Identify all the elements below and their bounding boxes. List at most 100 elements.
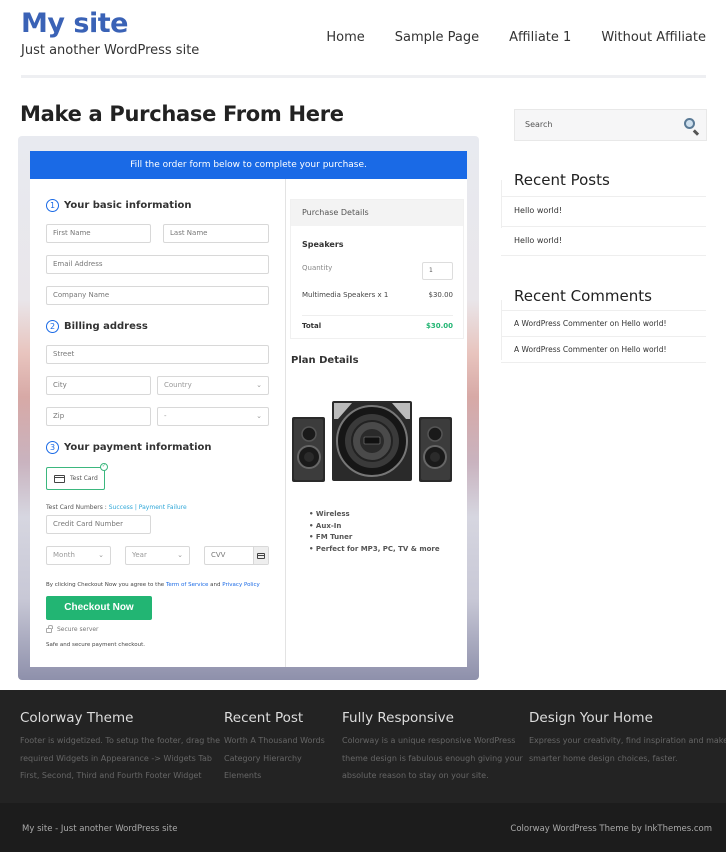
feature-item: FM Tuner: [309, 532, 440, 544]
credit-card-number-input[interactable]: Credit Card Number: [46, 515, 151, 534]
country-select-value: Country: [164, 381, 192, 389]
footer-text: Footer is widgetized. To setup the foote…: [20, 736, 221, 745]
step-number-badge: 3: [46, 441, 59, 454]
terms-of-service-link[interactable]: Term of Service: [166, 582, 208, 588]
footer-text: First, Second, Third and Fourth Footer W…: [20, 771, 202, 780]
feature-list: Wireless Aux-In FM Tuner Perfect for MP3…: [309, 509, 440, 555]
recent-posts-heading: Recent Posts: [514, 171, 610, 189]
total-value: $30.00: [425, 322, 453, 330]
footer-column-recent-post: Recent Post Worth A Thousand Words Categ…: [224, 710, 334, 785]
site-header: My site Just another WordPress site Home…: [0, 0, 726, 78]
agree-text: By clicking Checkout Now you agree to th…: [46, 582, 165, 588]
purchase-details: Purchase Details Speakers Quantity 1 Mul…: [290, 199, 464, 339]
privacy-policy-link[interactable]: Privacy Policy: [222, 582, 259, 588]
feature-item: Wireless: [309, 509, 440, 521]
zip-input[interactable]: Zip: [46, 407, 151, 426]
cvv-card-icon: [253, 547, 268, 564]
state-select[interactable]: - ⌄: [157, 407, 269, 426]
secure-server-label: Secure server: [57, 626, 99, 633]
feature-item: Aux-In: [309, 521, 440, 533]
first-name-input[interactable]: First Name: [46, 224, 151, 243]
city-input[interactable]: City: [46, 376, 151, 395]
footer-text: Colorway is a unique responsive WordPres…: [342, 736, 516, 745]
nav-affiliate-1[interactable]: Affiliate 1: [509, 30, 571, 45]
chevron-down-icon: ⌄: [177, 551, 183, 559]
search-input[interactable]: Search: [514, 109, 707, 141]
recent-comment-link[interactable]: A WordPress Commenter on Hello world!: [501, 310, 706, 337]
credit-card-icon: [54, 474, 65, 483]
divider: [302, 315, 453, 316]
checkout-hero-background: Fill the order form below to complete yo…: [18, 136, 479, 680]
step-title: Billing address: [64, 321, 148, 332]
search-placeholder: Search: [525, 120, 553, 129]
month-select-value: Month: [53, 551, 75, 559]
search-icon[interactable]: [684, 118, 695, 129]
nav-sample-page[interactable]: Sample Page: [395, 30, 479, 45]
footer-post-link[interactable]: Category Hierarchy: [224, 750, 334, 768]
step-number-badge: 1: [46, 199, 59, 212]
page-title: Make a Purchase From Here: [20, 102, 344, 126]
payment-method-label: Test Card: [70, 475, 98, 482]
step-basic-info: 1 Your basic information: [46, 199, 192, 212]
payment-failure-link[interactable]: Payment Failure: [139, 504, 187, 511]
payment-method-test-card[interactable]: Test Card ✓: [46, 463, 108, 490]
step-payment-info: 3 Your payment information: [46, 441, 212, 454]
quantity-label: Quantity: [302, 264, 333, 272]
footer-column-design-your-home: Design Your Home Express your creativity…: [529, 710, 726, 767]
order-form-banner: Fill the order form below to complete yo…: [30, 151, 467, 179]
plan-details-heading: Plan Details: [291, 355, 359, 366]
email-input[interactable]: Email Address: [46, 255, 269, 274]
nav-without-affiliate[interactable]: Without Affiliate: [601, 30, 706, 45]
footer-theme-credit[interactable]: Colorway WordPress Theme by InkThemes.co…: [510, 824, 712, 834]
footer-site-credit[interactable]: My site - Just another WordPress site: [22, 824, 177, 834]
site-title[interactable]: My site: [21, 8, 128, 39]
footer-widgets: Colorway Theme Footer is widgetized. To …: [0, 690, 726, 803]
footer-text: absolute reason to stay on your site.: [342, 771, 489, 780]
agree-and: and: [210, 582, 221, 588]
step-title: Your payment information: [64, 442, 212, 453]
cvv-placeholder: CVV: [211, 551, 226, 559]
total-label: Total: [302, 322, 322, 330]
separator: |: [134, 504, 137, 511]
month-select[interactable]: Month ⌄: [46, 546, 111, 565]
year-select[interactable]: Year ⌄: [125, 546, 190, 565]
test-card-numbers: Test Card Numbers : Success | Payment Fa…: [46, 504, 187, 511]
footer-post-link[interactable]: Elements: [224, 767, 334, 785]
lock-icon: [46, 625, 53, 633]
header-divider: [21, 75, 706, 78]
purchase-details-heading: Purchase Details: [291, 200, 463, 226]
check-icon: ✓: [100, 463, 108, 471]
nav-home[interactable]: Home: [326, 30, 364, 45]
state-select-value: -: [164, 412, 167, 420]
street-input[interactable]: Street: [46, 345, 269, 364]
cvv-input[interactable]: CVV: [204, 546, 269, 565]
secure-server: Secure server: [46, 625, 99, 633]
checkout-now-button[interactable]: Checkout Now: [46, 596, 152, 620]
step-number-badge: 2: [46, 320, 59, 333]
order-form-card: Fill the order form below to complete yo…: [30, 151, 467, 667]
footer-text: required Widgets in Appearance -> Widget…: [20, 753, 212, 763]
quantity-input[interactable]: 1: [422, 262, 453, 280]
company-input[interactable]: Company Name: [46, 286, 269, 305]
chevron-down-icon: ⌄: [256, 412, 262, 420]
terms-agreement: By clicking Checkout Now you agree to th…: [46, 582, 260, 588]
last-name-input[interactable]: Last Name: [163, 224, 269, 243]
recent-comments-heading: Recent Comments: [514, 287, 652, 305]
footer-text: smarter home design choices, faster.: [529, 753, 678, 763]
step-title: Your basic information: [64, 200, 192, 211]
recent-post-link[interactable]: Hello world!: [501, 226, 706, 256]
line-item-price: $30.00: [428, 291, 454, 299]
site-tagline: Just another WordPress site: [21, 43, 200, 58]
country-select[interactable]: Country ⌄: [157, 376, 269, 395]
main-nav: Home Sample Page Affiliate 1 Without Aff…: [296, 30, 706, 45]
footer-column-colorway: Colorway Theme Footer is widgetized. To …: [20, 710, 220, 785]
recent-comment-link[interactable]: A WordPress Commenter on Hello world!: [501, 336, 706, 363]
footer-column-title: Fully Responsive: [342, 710, 454, 726]
speakers-image: [292, 401, 452, 482]
year-select-value: Year: [132, 551, 147, 559]
footer-post-link[interactable]: Worth A Thousand Words: [224, 732, 334, 750]
recent-post-link[interactable]: Hello world!: [501, 196, 706, 226]
product-name: Speakers: [302, 240, 344, 249]
success-link[interactable]: Success: [109, 504, 133, 511]
test-card-numbers-label: Test Card Numbers :: [46, 504, 107, 511]
